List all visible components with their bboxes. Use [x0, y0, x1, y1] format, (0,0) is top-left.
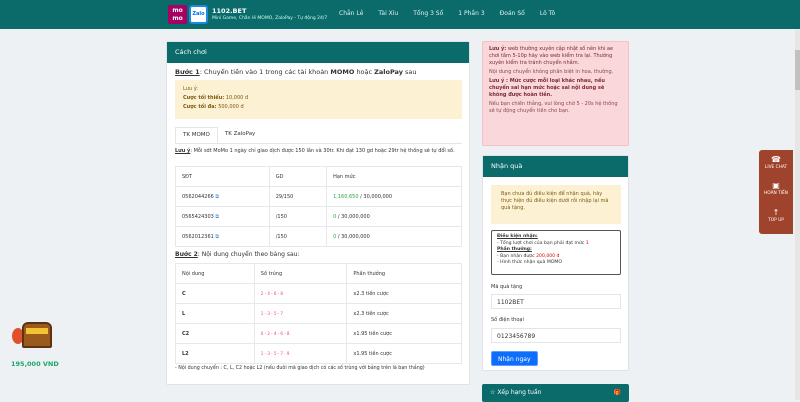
- gd-count: /150: [268, 226, 328, 247]
- tagline: Mini Game, Chẵn lẻ MOMO, ZaloPay - Tự độ…: [212, 16, 328, 21]
- step2: Bước 2: Nội dung chuyển theo bảng sau:: [175, 251, 300, 258]
- gift-code-label: Mã quà tặng: [491, 284, 523, 290]
- account-row: 0562044266 ⧉ 29/150 1,160,650 / 30,000,000: [175, 186, 462, 207]
- howto-card: Cách chơi Bước 1: Chuyển tiền vào 1 tron…: [166, 41, 470, 385]
- rule-row: C2 0 - 2 - 4 - 6 - 8 x1.95 tiền cược: [175, 323, 462, 344]
- content-footnote: - Nội dung chuyển : C, L, C2 hoặc L2 (nế…: [175, 366, 425, 371]
- phone-number: 0565424303: [182, 213, 214, 220]
- floating-menu: ☎ LIVE CHAT ▣ HOÀN TIỀN ↑ TOP UP: [759, 150, 793, 234]
- limit-amount: / 30,000,000: [336, 233, 370, 240]
- jackpot-amount: 195,000 VND: [11, 360, 59, 368]
- gift-warning: Bạn chưa đủ điều kiện để nhận quà, hãy t…: [491, 185, 621, 224]
- arrow-up-icon: ↑: [772, 208, 780, 217]
- nav-doan-so[interactable]: Đoán Số: [500, 10, 525, 17]
- rule-reward: x2.3 tiền cược: [346, 283, 462, 304]
- account-tabs: TK MOMO TK ZaloPay: [175, 127, 462, 144]
- rule-numbers: 1 - 3 - 5 - 7 - 9: [253, 343, 348, 364]
- rules-table: Nội dung Số trúng Phần thưởng C 2 - 4 - 6 - …: [175, 263, 462, 364]
- top-navbar: mo mo Zalo 1102.BET Mini Game, Chẵn lẻ MO…: [0, 0, 800, 29]
- tab-tk-momo[interactable]: TK MOMO: [175, 127, 218, 143]
- col-noi-dung: Nội dung: [175, 263, 255, 284]
- rule-content: C: [175, 283, 255, 304]
- nav-tai-xiu[interactable]: Tài Xỉu: [378, 10, 398, 17]
- copy-icon[interactable]: ⧉: [215, 234, 219, 240]
- copy-icon[interactable]: ⧉: [215, 214, 219, 220]
- scrollbar[interactable]: [795, 30, 800, 400]
- nav-lo-to[interactable]: Lô Tô: [540, 10, 555, 17]
- phone-number: 0562012361: [182, 233, 214, 240]
- rule-numbers: 1 - 3 - 5 - 7: [253, 303, 348, 324]
- col-sdt: SĐT: [175, 166, 270, 187]
- gd-count: /150: [268, 206, 328, 227]
- rule-content: L: [175, 303, 255, 324]
- rule-content: L2: [175, 343, 255, 364]
- rule-reward: x1.95 tiền cược: [346, 343, 462, 364]
- main-nav: Chẵn Lẻ Tài Xỉu Tổng 3 Số 1 Phần 3 Đoán …: [339, 10, 555, 17]
- tab-tk-zalopay[interactable]: TK ZaloPay: [218, 127, 262, 143]
- howto-title: Cách chơi: [167, 42, 469, 63]
- gift-title: Nhận quà: [483, 156, 628, 177]
- gift-code-input[interactable]: 1102BET: [491, 294, 621, 309]
- phone-input[interactable]: 0123456789: [491, 328, 621, 343]
- accounts-table: SĐT GD Hạn mức 0562044266 ⧉ 29/150 1,160,650 …: [175, 166, 462, 247]
- live-chat-button[interactable]: ☎ LIVE CHAT: [759, 150, 793, 178]
- gift-conditions: Điều kiện nhận: - Tổng lượt chơi của bạn…: [491, 230, 621, 275]
- account-row: 0565424303 ⧉/150 0 / 30,000,000: [175, 206, 462, 227]
- col-so-trung: Số trúng: [253, 263, 348, 284]
- nav-tong-3-so[interactable]: Tổng 3 Số: [413, 10, 443, 17]
- rule-content: C2: [175, 323, 255, 344]
- warning-alert: Lưu ý: web thường xuyên cập nhật số nên …: [482, 41, 629, 146]
- gift-card: Nhận quà Bạn chưa đủ điều kiện để nhận q…: [482, 155, 629, 371]
- headset-icon: ☎: [771, 155, 781, 164]
- account-row: 0562012361 ⧉/150 0 / 30,000,000: [175, 226, 462, 247]
- momo-logo[interactable]: mo mo: [168, 5, 187, 24]
- ranking-title: Xếp hạng tuần: [497, 389, 542, 396]
- col-han-muc: Hạn mức: [326, 166, 462, 187]
- gift-icon: 🎁: [613, 389, 621, 396]
- col-gd: GD: [268, 166, 328, 187]
- rule-row: L1 - 3 - 5 - 7 x2.3 tiền cược: [175, 303, 462, 324]
- nav-1-phan-3[interactable]: 1 Phần 3: [458, 10, 484, 17]
- gd-count: 29/150: [268, 186, 328, 207]
- top-up-button[interactable]: ↑ TOP UP: [759, 206, 793, 234]
- rule-row: C2 - 4 - 6 - 8 x2.3 tiền cược: [175, 283, 462, 304]
- used-amount: 1,160,650: [333, 193, 359, 200]
- rule-reward: x1.95 tiền cược: [346, 323, 462, 344]
- gift-box-icon: ▣: [772, 181, 780, 190]
- phone-label: Số điện thoại: [491, 317, 524, 323]
- limit-amount: / 30,000,000: [336, 213, 370, 220]
- weekly-ranking-header[interactable]: ☆ Xếp hạng tuần 🎁: [482, 384, 629, 402]
- star-icon: ☆: [490, 389, 496, 396]
- col-phan-thuong: Phần thưởng: [346, 263, 462, 284]
- limit-amount: / 30,000,000: [358, 193, 393, 200]
- rule-numbers: 2 - 4 - 6 - 8: [253, 283, 348, 304]
- rule-row: L2 1 - 3 - 5 - 7 - 9 x1.95 tiền cược: [175, 343, 462, 364]
- claim-button[interactable]: Nhận ngay: [491, 351, 538, 366]
- rule-numbers: 0 - 2 - 4 - 6 - 8: [253, 323, 348, 344]
- refund-button[interactable]: ▣ HOÀN TIỀN: [759, 178, 793, 206]
- copy-icon[interactable]: ⧉: [215, 194, 219, 200]
- nav-chan-le[interactable]: Chẵn Lẻ: [339, 10, 363, 17]
- rule-reward: x2.3 tiền cược: [346, 303, 462, 324]
- phone-number: 0562044266: [182, 193, 214, 200]
- zalopay-logo[interactable]: Zalo: [189, 5, 208, 24]
- treasure-chest-icon[interactable]: [8, 318, 58, 353]
- step1: Bước 1: Chuyển tiền vào 1 trong các tài …: [175, 68, 417, 76]
- limit-note: Lưu ý: Mỗi sdt MoMo 1 ngày chỉ giao dịch…: [175, 148, 455, 154]
- bet-limits-note: Lưu ý: Cược tối thiểu: 10,000 đ Cược tối…: [175, 80, 462, 119]
- brand-name[interactable]: 1102.BET: [212, 7, 246, 15]
